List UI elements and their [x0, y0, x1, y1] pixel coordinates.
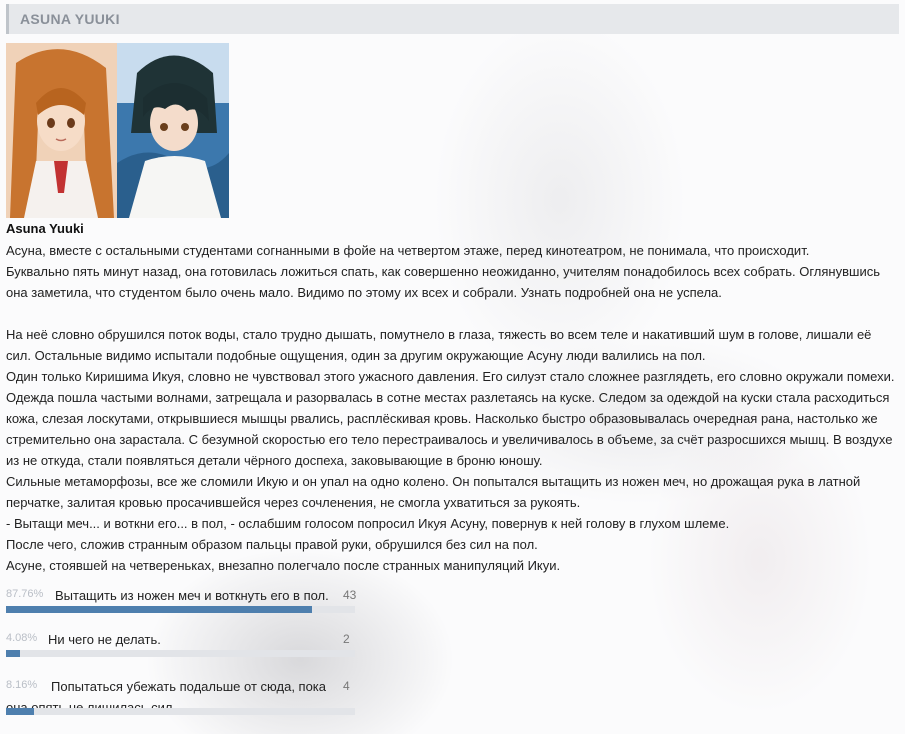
- story-line: Асуна, вместе с остальными студентами со…: [6, 243, 810, 258]
- poll-option-bar-fill: [6, 708, 35, 715]
- story-line: Сильные метаморфозы, все же сломили Икую…: [6, 474, 861, 489]
- poll-option-bar-fill: [6, 650, 21, 657]
- story-line: Буквально пять минут назад, она готовила…: [6, 264, 880, 279]
- poll-option-percent: 4.08%: [6, 632, 38, 644]
- dark-haired-boy-portrait-image: [117, 43, 229, 218]
- poll-option-bar-fill: [6, 606, 313, 613]
- story-line: - Вытащи меч... и воткни его... в пол, -…: [6, 516, 730, 531]
- post-title: ASUNA YUUKI: [20, 11, 120, 27]
- asuna-portrait-image: [6, 43, 117, 218]
- story-line: Один только Киришима Икуя, словно не чув…: [6, 369, 895, 384]
- story-line: кожа, слезая лоскутами, открывшиеся мышц…: [6, 411, 878, 426]
- poll-option-vote-count: 2: [343, 632, 350, 646]
- story-line: Асуне, стоявшей на четвереньках, внезапн…: [6, 558, 561, 573]
- poll-option-label: Ни чего не делать.: [48, 632, 161, 647]
- story-line: она заметила, что студентом было очень м…: [6, 285, 722, 300]
- poll-option-vote-count: 43: [343, 588, 357, 602]
- story-line: перчатке, залитая кровью просачившейся ч…: [6, 495, 581, 510]
- poll-option-bar-track: [6, 606, 355, 613]
- poll-option-label: Вытащить из ножен меч и воткнуть его в п…: [55, 588, 329, 603]
- poll-option-percent: 87.76%: [6, 588, 44, 600]
- post-header: ASUNA YUUKI: [6, 4, 899, 34]
- poll-option-vote-count: 4: [343, 679, 350, 693]
- character-name: Asuna Yuuki: [6, 221, 84, 236]
- poll-option-bar-track: [6, 650, 355, 657]
- story-line: сил. Остальные видимо испытали подобные …: [6, 348, 706, 363]
- poll-option-bar-track: [6, 708, 355, 715]
- poll-option-label: Попытаться убежать подальше от сюда, пок…: [51, 679, 327, 694]
- poll-option-percent: 8.16%: [6, 679, 38, 691]
- story-line: стремительно она зарастала. С безумной с…: [6, 432, 893, 447]
- story-line: После чего, сложив странным образом паль…: [6, 537, 538, 552]
- story-line: На неё словно обрушился поток воды, стал…: [6, 327, 872, 342]
- post-body: Асуна, вместе с остальными студентами со…: [6, 240, 901, 576]
- story-line: из не откуда, стали появляться детали чё…: [6, 453, 543, 468]
- story-line: Одежда пошла частыми волнами, затрещала …: [6, 390, 890, 405]
